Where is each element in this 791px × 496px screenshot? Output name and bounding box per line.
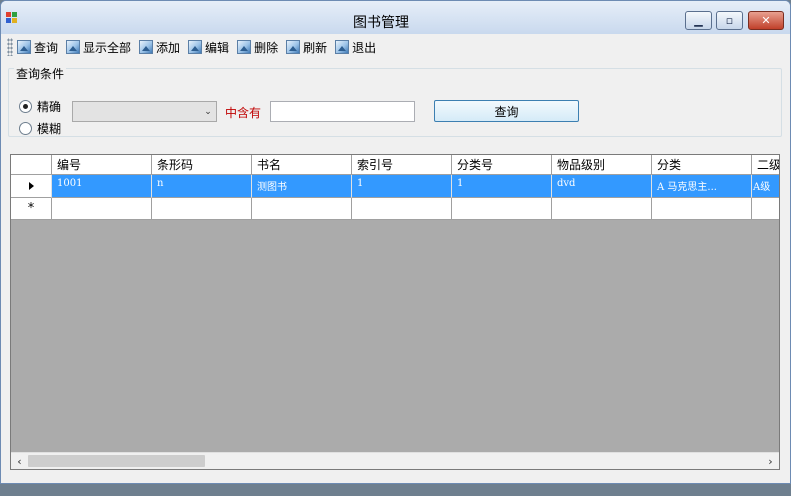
toolbar-delete-button[interactable]: 删除: [237, 36, 278, 58]
radio-fuzzy[interactable]: 模糊: [19, 120, 61, 137]
toolbar-add-button[interactable]: 添加: [139, 36, 180, 58]
grid-header: 编号 条形码 书名 索引号 分类号 物品级别 分类 二级: [11, 155, 779, 175]
query-conditions-group: 查询条件 精确 模糊 ⌄ 中含有 查询: [8, 65, 782, 137]
maximize-icon: ▫: [725, 14, 734, 27]
table-cell[interactable]: dvd: [552, 175, 652, 198]
toolbar-refresh-button[interactable]: 刷新: [286, 36, 327, 58]
table-row[interactable]: 1001 n 测图书 1 1 dvd A 马克思主... A级: [11, 175, 779, 198]
radio-exact[interactable]: 精确: [19, 98, 61, 115]
radio-exact-label: 精确: [37, 100, 62, 114]
table-cell[interactable]: A 马克思主...: [652, 175, 752, 198]
image-icon: [188, 40, 203, 54]
query-text-input[interactable]: [270, 101, 415, 122]
radio-exact-indicator[interactable]: [19, 100, 32, 113]
table-cell[interactable]: 1: [352, 175, 452, 198]
toolbar-edit-button[interactable]: 编辑: [188, 36, 229, 58]
column-header[interactable]: 二级: [752, 155, 779, 175]
toolbar-query-button[interactable]: 查询: [17, 36, 58, 58]
table-cell[interactable]: [752, 198, 779, 220]
table-cell[interactable]: 测图书: [252, 175, 352, 198]
scroll-left-icon[interactable]: ‹: [11, 453, 28, 469]
scrollbar-thumb[interactable]: [28, 455, 205, 467]
image-icon: [286, 40, 301, 54]
column-header[interactable]: 书名: [252, 155, 352, 175]
window-title: 图书管理: [353, 15, 409, 31]
chevron-down-icon[interactable]: ⌄: [200, 107, 216, 117]
image-icon: [335, 40, 350, 54]
table-cell[interactable]: n: [152, 175, 252, 198]
table-cell[interactable]: [552, 198, 652, 220]
image-icon: [139, 40, 154, 54]
new-row-asterisk-icon[interactable]: *: [11, 198, 52, 220]
table-cell[interactable]: A级: [752, 175, 779, 198]
table-cell[interactable]: [252, 198, 352, 220]
main-window: 图书管理 ▁ ▫ ✕ 查询 显示全部 添加 编辑 删除 刷新 退出 查询条件 精…: [0, 0, 791, 484]
new-row[interactable]: *: [11, 198, 779, 220]
toolbar-exit-label: 退出: [352, 40, 377, 55]
toolbar-exit-button[interactable]: 退出: [335, 36, 376, 58]
toolbar-delete-label: 删除: [254, 40, 279, 55]
minimize-icon: ▁: [694, 14, 703, 27]
toolbar-refresh-label: 刷新: [303, 40, 328, 55]
radio-fuzzy-label: 模糊: [37, 122, 62, 136]
column-header[interactable]: 条形码: [152, 155, 252, 175]
row-header-current[interactable]: [11, 175, 52, 198]
column-header[interactable]: 编号: [52, 155, 152, 175]
image-icon: [237, 40, 252, 54]
table-cell[interactable]: 1001: [52, 175, 152, 198]
column-header[interactable]: 分类: [652, 155, 752, 175]
toolbar-show-all-button[interactable]: 显示全部: [66, 36, 131, 58]
books-data-grid[interactable]: 编号 条形码 书名 索引号 分类号 物品级别 分类 二级 1001 n 测图书 …: [10, 154, 780, 470]
table-cell[interactable]: [452, 198, 552, 220]
minimize-button[interactable]: ▁: [685, 11, 712, 30]
column-header[interactable]: 物品级别: [552, 155, 652, 175]
maximize-button[interactable]: ▫: [716, 11, 743, 30]
close-button[interactable]: ✕: [748, 11, 784, 30]
query-button[interactable]: 查询: [434, 100, 579, 122]
toolbar: 查询 显示全部 添加 编辑 删除 刷新 退出: [5, 34, 786, 60]
contains-label: 中含有: [225, 106, 262, 120]
table-cell[interactable]: [52, 198, 152, 220]
image-icon: [17, 40, 31, 54]
scroll-right-icon[interactable]: ›: [762, 453, 779, 469]
toolbar-edit-label: 编辑: [205, 40, 230, 55]
query-group-title: 查询条件: [14, 65, 67, 82]
close-icon: ✕: [761, 14, 771, 27]
table-cell[interactable]: [152, 198, 252, 220]
table-cell[interactable]: [352, 198, 452, 220]
toolbar-add-label: 添加: [156, 40, 181, 55]
title-bar[interactable]: 图书管理 ▁ ▫ ✕: [1, 1, 790, 34]
grid-corner-header[interactable]: [11, 155, 52, 175]
radio-fuzzy-indicator[interactable]: [19, 122, 32, 135]
table-cell[interactable]: 1: [452, 175, 552, 198]
table-cell[interactable]: [652, 198, 752, 220]
image-icon: [66, 40, 81, 54]
toolbar-query-label: 查询: [34, 40, 59, 55]
toolbar-show-all-label: 显示全部: [83, 40, 132, 55]
column-header[interactable]: 分类号: [452, 155, 552, 175]
column-header[interactable]: 索引号: [352, 155, 452, 175]
current-row-arrow-icon: [28, 182, 34, 190]
horizontal-scrollbar[interactable]: ‹ ›: [11, 452, 779, 469]
field-select[interactable]: ⌄: [72, 101, 217, 122]
toolbar-grip[interactable]: [7, 38, 13, 56]
